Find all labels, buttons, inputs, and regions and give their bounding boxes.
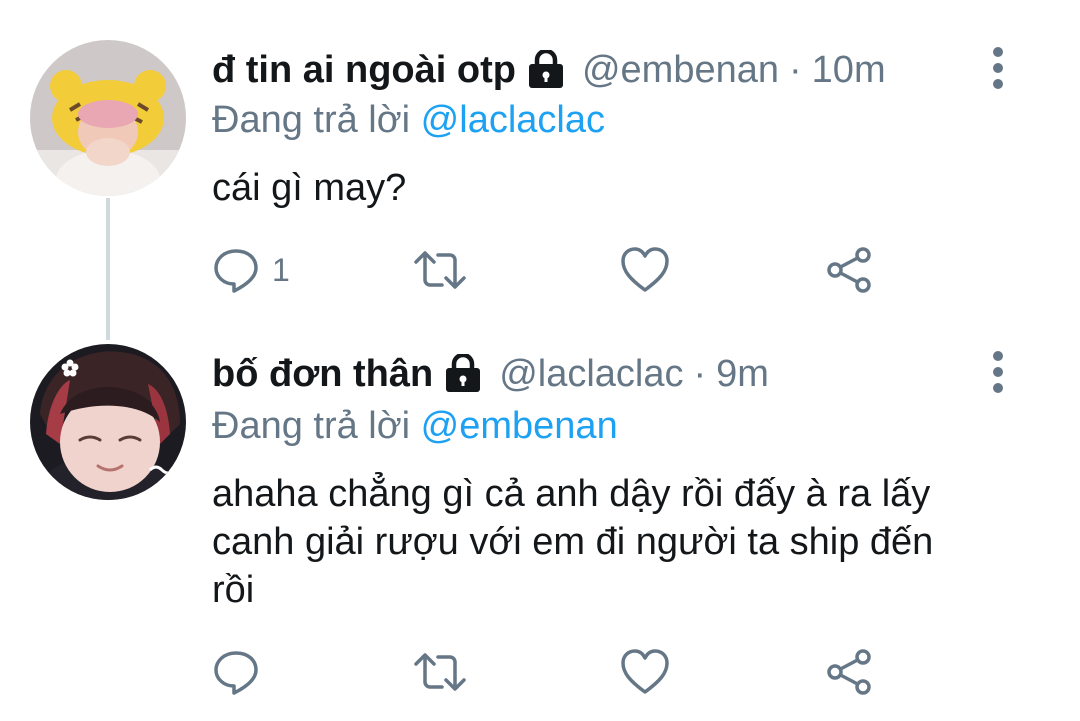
display-name[interactable]: bố đơn thân	[212, 348, 433, 400]
lock-icon	[526, 48, 566, 90]
more-vertical-icon[interactable]	[986, 46, 1010, 90]
retweet-button[interactable]	[412, 240, 468, 300]
tweet-laclaclac[interactable]: bố đơn thân @laclaclac · 9m Đang trả lời…	[0, 340, 1080, 721]
reply-button[interactable]: 1	[212, 240, 290, 300]
separator-dot: ·	[789, 49, 802, 91]
mention-link[interactable]: @laclaclac	[421, 99, 605, 141]
tweet-actions: 1	[212, 240, 912, 300]
replying-to-line: Đang trả lời @embenan	[212, 400, 618, 452]
reply-icon	[212, 246, 260, 294]
tweet-text-line: canh giải rượu với em đi người ta ship đ…	[212, 521, 934, 563]
handle[interactable]: @embenan	[582, 44, 779, 96]
tweet-embenan[interactable]: đ tin ai ngoài otp @embenan · 10m Đang t…	[0, 0, 1080, 340]
handle[interactable]: @laclaclac	[499, 348, 683, 400]
tweet-header: bố đơn thân @laclaclac · 9m	[212, 348, 769, 400]
display-name[interactable]: đ tin ai ngoài otp	[212, 44, 516, 96]
tweet-header: đ tin ai ngoài otp @embenan · 10m	[212, 44, 886, 96]
retweet-button[interactable]	[412, 642, 468, 702]
tweet-text-line: cái gì may?	[212, 167, 407, 209]
heart-icon	[620, 648, 670, 696]
avatar[interactable]	[30, 344, 186, 500]
replying-to-label: Đang trả lời	[212, 99, 411, 141]
reply-icon	[212, 648, 260, 696]
reply-button[interactable]	[212, 642, 260, 702]
more-vertical-icon[interactable]	[986, 350, 1010, 394]
separator-dot: ·	[693, 353, 707, 395]
timestamp[interactable]: 9m	[716, 348, 769, 400]
tweet-text-line: rồi	[212, 569, 255, 611]
tweet-actions	[212, 642, 912, 702]
share-icon	[824, 647, 874, 697]
replying-to-line: Đang trả lời @laclaclac	[212, 94, 605, 146]
lock-icon	[443, 352, 483, 394]
like-button[interactable]	[620, 240, 670, 300]
share-button[interactable]	[824, 642, 874, 702]
retweet-icon	[412, 648, 468, 696]
reply-count: 1	[272, 251, 290, 288]
heart-icon	[620, 246, 670, 294]
tweet-text-line: ahaha chẳng gì cả anh dậy rồi đấy à ra l…	[212, 473, 931, 515]
avatar[interactable]	[30, 40, 186, 196]
retweet-icon	[412, 246, 468, 294]
share-icon	[824, 245, 874, 295]
like-button[interactable]	[620, 642, 670, 702]
share-button[interactable]	[824, 240, 874, 300]
tweet-text: cái gì may?	[212, 164, 1032, 212]
tweet-text: ahaha chẳng gì cả anh dậy rồi đấy à ra l…	[212, 470, 1032, 614]
mention-link[interactable]: @embenan	[421, 405, 618, 447]
timestamp[interactable]: 10m	[812, 44, 886, 96]
replying-to-label: Đang trả lời	[212, 405, 411, 447]
